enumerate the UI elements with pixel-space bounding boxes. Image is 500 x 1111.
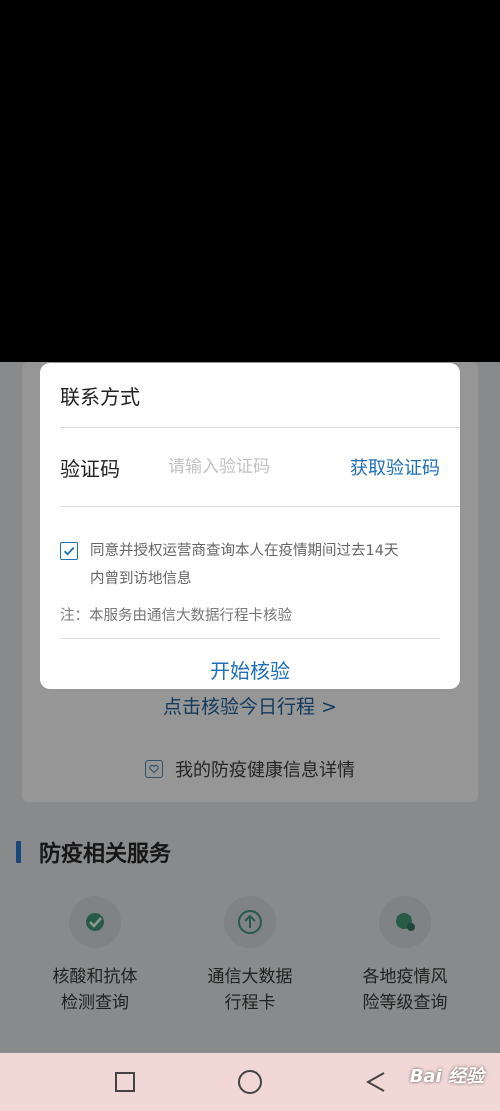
top-black-area — [0, 0, 500, 362]
consent-text-line1: 同意并授权运营商查询本人在疫情期间过去14天 — [90, 543, 399, 559]
square-icon — [115, 1072, 135, 1092]
home-button[interactable] — [230, 1065, 270, 1099]
code-label: 验证码 — [60, 456, 120, 481]
check-icon — [63, 546, 75, 556]
consent-row: 同意并授权运营商查询本人在疫情期间过去14天 内曾到访地信息 — [60, 537, 436, 593]
code-input[interactable] — [168, 457, 308, 477]
contact-row[interactable]: 联系方式 — [60, 381, 440, 409]
divider — [60, 506, 460, 507]
consent-text-line2: 内曾到访地信息 — [90, 571, 192, 587]
watermark-logo: Bai 经验 — [409, 1066, 484, 1087]
service-note: 注：本服务由通信大数据行程卡核验 — [60, 608, 292, 624]
verification-dialog: 联系方式 验证码 获取验证码 同意并授权运营商查询本人在疫情期间过去14天 内曾… — [40, 363, 460, 689]
code-row: 验证码 获取验证码 — [60, 451, 440, 483]
start-verify-button[interactable]: 开始核验 — [40, 655, 460, 684]
back-button[interactable] — [356, 1065, 396, 1099]
divider — [60, 427, 460, 428]
consent-text: 同意并授权运营商查询本人在疫情期间过去14天 内曾到访地信息 — [90, 537, 398, 593]
consent-checkbox[interactable] — [60, 542, 78, 560]
divider — [60, 638, 440, 639]
recent-apps-button[interactable] — [105, 1065, 145, 1099]
get-code-button[interactable]: 获取验证码 — [350, 454, 440, 480]
circle-icon — [238, 1070, 262, 1094]
back-triangle-icon — [365, 1072, 385, 1092]
contact-label: 联系方式 — [60, 384, 140, 409]
